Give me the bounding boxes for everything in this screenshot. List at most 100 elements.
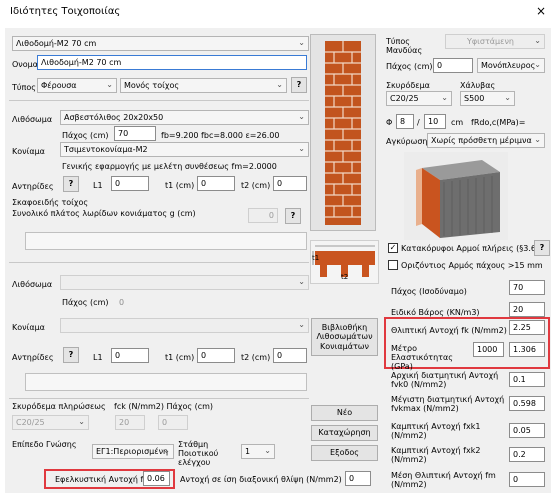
jacketed-wall-image xyxy=(416,160,500,238)
chevron-down-icon: ⌄ xyxy=(534,60,541,69)
knowledge-label: Επίπεδο Γνώσης xyxy=(12,440,77,449)
masonry-type-select[interactable]: Λιθοδομή-Μ2 70 cm ⌄ xyxy=(12,36,309,51)
chevron-down-icon: ⌄ xyxy=(441,93,448,102)
chevron-down-icon: ⌄ xyxy=(504,93,511,102)
t2-label: t2 (cm) xyxy=(241,353,271,362)
spacing-field[interactable]: 10 xyxy=(424,114,446,129)
fxk1-field[interactable]: 0.05 xyxy=(509,423,545,438)
block2-select[interactable]: ⌄ xyxy=(60,275,309,290)
name-field[interactable]: Λιθοδομή-Μ2 70 cm xyxy=(37,55,307,70)
jacket-thickness-field[interactable]: 0 xyxy=(433,58,473,73)
mortar-value: Τσιμεντοκονίαμα-Μ2 xyxy=(64,145,148,154)
t2b-field[interactable]: 0 xyxy=(273,348,307,363)
jacket-steel-label: Χάλυβας xyxy=(460,81,496,90)
chevron-down-icon: ⌄ xyxy=(264,446,271,455)
chevron-down-icon: ⌄ xyxy=(163,446,170,455)
chevron-down-icon: ⌄ xyxy=(276,80,283,89)
vertical-joints-checkbox[interactable]: ✓ xyxy=(388,243,398,253)
fvt-label: Εφελκυστική Αντοχή fvt xyxy=(55,475,152,484)
horizontal-joint-checkbox[interactable] xyxy=(388,260,398,270)
existing-type-value: Υφιστάμενη xyxy=(467,37,514,46)
thickness2-label: Πάχος (cm) xyxy=(62,298,109,307)
mortar-label: Κονίαμα xyxy=(12,147,45,156)
strips2-list[interactable] xyxy=(25,373,307,391)
diag-field[interactable]: 0 xyxy=(345,471,371,486)
knowledge-select[interactable]: ΕΓ1:Περιορισμένη ⌄ xyxy=(92,444,174,459)
safety-select[interactable]: 1 ⌄ xyxy=(241,444,275,459)
fk-field[interactable]: 2.25 xyxy=(509,320,545,335)
fvk0-field[interactable]: 0.1 xyxy=(509,372,545,387)
type-select[interactable]: Φέρουσα ⌄ xyxy=(37,78,117,93)
save-button[interactable]: Καταχώρηση xyxy=(311,425,378,441)
strips2-help-button[interactable]: ? xyxy=(63,347,79,363)
chevron-down-icon: ⌄ xyxy=(78,417,85,426)
block-strength-text: fb=9.200 fbc=8.000 ε=26.00 xyxy=(161,131,280,140)
t1-label: t1 (cm) xyxy=(165,181,195,190)
brick-column-image xyxy=(325,41,361,225)
l1b-field[interactable]: 0 xyxy=(111,348,149,363)
mortar-select[interactable]: Τσιμεντοκονίαμα-Μ2 ⌄ xyxy=(60,142,309,157)
e-field[interactable]: 1.306 xyxy=(509,342,545,357)
wall-type-select[interactable]: Μονός τοίχος ⌄ xyxy=(120,78,287,93)
fxk1-label: Καμπτική Αντοχή fxk1 (N/mm2) xyxy=(391,422,481,441)
e-factor-field[interactable]: 1000 xyxy=(473,342,504,357)
block-select[interactable]: Ασβεστόλιθος 20x20x50 ⌄ xyxy=(60,110,309,125)
exit-button[interactable]: Εξοδος xyxy=(311,445,378,461)
fvkmax-field[interactable]: 0.598 xyxy=(509,396,545,411)
strips-help-button[interactable]: ? xyxy=(63,176,79,192)
phi-field[interactable]: 8 xyxy=(396,114,414,129)
thickness-field[interactable]: 70 xyxy=(114,126,156,141)
chevron-down-icon: ⌄ xyxy=(298,144,305,153)
weight-field[interactable]: 20 xyxy=(509,302,545,317)
l1-label: L1 xyxy=(93,353,103,362)
chevron-down-icon: ⌄ xyxy=(298,277,305,286)
thickness2-value: 0 xyxy=(119,298,125,307)
close-icon[interactable]: × xyxy=(536,4,546,18)
t1-label: t1 (cm) xyxy=(165,353,195,362)
type-help-button[interactable]: ? xyxy=(291,77,307,93)
frdo-label: fRdo,c(MPa)= xyxy=(471,118,526,127)
jacket-concrete-value: C20/25 xyxy=(390,94,419,103)
t2-field[interactable]: 0 xyxy=(273,176,307,191)
dialog-body: Λιθοδομή-Μ2 70 cm ⌄ Ονομα Λιθοδομή-Μ2 70… xyxy=(5,28,551,493)
phi-label: Φ xyxy=(386,118,393,127)
fm-label: Μέση Θλιπτική Αντοχή fm (N/mm2) xyxy=(391,471,496,490)
fxk2-field[interactable]: 0.2 xyxy=(509,447,545,462)
t1b-field[interactable]: 0 xyxy=(197,348,235,363)
mortar2-label: Κονίαμα xyxy=(12,323,45,332)
joints-help-button[interactable]: ? xyxy=(534,240,550,256)
slash-label: / xyxy=(417,118,420,127)
jacket-concrete-select[interactable]: C20/25 ⌄ xyxy=(386,91,452,106)
new-button[interactable]: Νέο xyxy=(311,405,378,421)
l1-field[interactable]: 0 xyxy=(111,176,149,191)
groove-list[interactable] xyxy=(25,232,307,250)
groove-field[interactable]: 0 xyxy=(248,208,278,223)
fm-field[interactable]: 0 xyxy=(509,472,545,487)
jacket-label: Μανδύας xyxy=(386,46,423,55)
wall-plan-preview: t1 t2 xyxy=(310,240,379,284)
existing-type-select[interactable]: Υφιστάμενη ⌄ xyxy=(445,34,545,49)
groove-help-button[interactable]: ? xyxy=(285,208,301,224)
library-button[interactable]: Βιβλιοθήκη Λιθοσωμάτων Κονιαμάτων xyxy=(311,318,378,356)
chevron-down-icon: ⌄ xyxy=(534,36,541,45)
t1-field[interactable]: 0 xyxy=(197,176,235,191)
mortar2-select[interactable]: ⌄ xyxy=(60,318,309,333)
thickness-eq-field[interactable]: 70 xyxy=(509,280,545,295)
jacket-side-value: Μονόπλευρος xyxy=(481,61,536,70)
anchor-select[interactable]: Χωρίς πρόσθετη μέριμνα ⌄ xyxy=(427,133,545,148)
fxk2-label: Καμπτική Αντοχή fxk2 (N/mm2) xyxy=(391,446,481,465)
name-label: Ονομα xyxy=(12,60,39,69)
fvkmax-label: Μέγιστη διατμητική Αντοχή fvkmax (N/mm2) xyxy=(391,395,505,414)
fill-concrete-select[interactable]: C20/25 ⌄ xyxy=(12,415,89,430)
title-bar: Ιδιότητες Τοιχοποιίας × xyxy=(0,0,554,26)
jacket-side-select[interactable]: Μονόπλευρος ⌄ xyxy=(477,58,545,73)
fvt-field[interactable]: 0.06 xyxy=(143,471,170,486)
fill-thickness-field[interactable]: 0 xyxy=(158,415,188,430)
knowledge-value: ΕΓ1:Περιορισμένη xyxy=(96,447,169,456)
fck-field[interactable]: 20 xyxy=(115,415,145,430)
block2-label: Λιθόσωμα xyxy=(12,280,53,289)
chevron-down-icon: ⌄ xyxy=(298,112,305,121)
window-title: Ιδιότητες Τοιχοποιίας xyxy=(10,6,121,17)
jacket-steel-select[interactable]: S500 ⌄ xyxy=(460,91,515,106)
masonry-properties-dialog: Ιδιότητες Τοιχοποιίας × Λιθοδομή-Μ2 70 c… xyxy=(0,0,554,497)
